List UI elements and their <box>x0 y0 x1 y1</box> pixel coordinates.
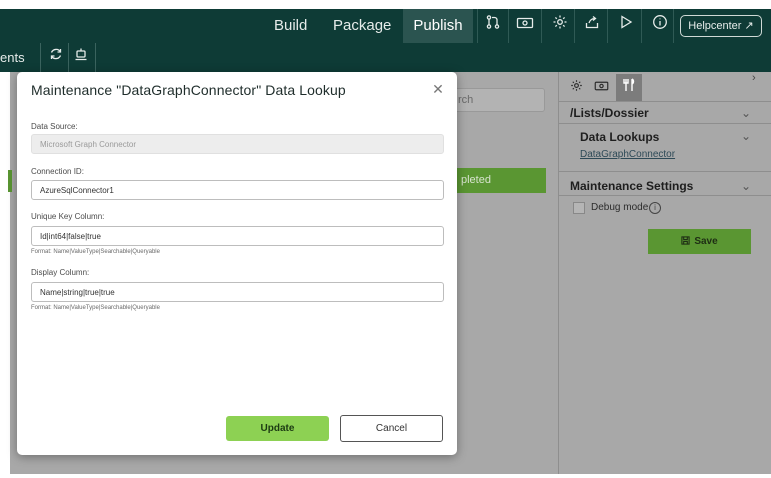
unique-key-hint: Format: Name|ValueType|Searchable|Querya… <box>31 249 160 255</box>
toolbar-tab-label[interactable]: ents <box>0 43 25 72</box>
nav-publish[interactable]: Publish <box>403 9 473 43</box>
chevron-down-icon[interactable]: ⌄ <box>741 129 751 143</box>
panel-divider <box>558 171 771 172</box>
nav-build[interactable]: Build <box>274 9 307 43</box>
cash-tab-icon[interactable] <box>588 76 614 100</box>
robot-icon[interactable] <box>71 46 91 68</box>
refresh-icon[interactable] <box>46 46 66 68</box>
update-button[interactable]: Update <box>226 416 329 441</box>
info-icon[interactable]: i <box>649 202 661 214</box>
right-panel-tabs <box>558 72 771 102</box>
header-divider <box>574 9 575 43</box>
header-divider <box>477 9 478 43</box>
cancel-button[interactable]: Cancel <box>340 415 443 442</box>
save-button-label: Save <box>694 236 718 247</box>
display-column-hint: Format: Name|ValueType|Searchable|Querya… <box>31 305 160 311</box>
save-disk-icon <box>681 236 690 245</box>
share-icon[interactable] <box>579 14 605 38</box>
settings-tab-gear-icon[interactable] <box>563 76 589 100</box>
toolbar-divider <box>68 43 69 72</box>
search-input[interactable]: rch <box>447 88 545 112</box>
debug-mode-checkbox[interactable] <box>573 202 585 214</box>
maintenance-settings-heading: Maintenance Settings <box>570 179 694 193</box>
utensils-tab-icon[interactable] <box>616 74 642 102</box>
data-source-label: Data Source: <box>31 122 78 131</box>
header-divider <box>541 9 542 43</box>
top-header: Build Package Publish Helpcenter ↗ <box>0 9 771 43</box>
dialog-title: Maintenance "DataGraphConnector" Data Lo… <box>31 82 346 98</box>
panel-divider <box>558 101 771 102</box>
unique-key-label: Unique Key Column: <box>31 212 105 221</box>
panel-collapse-chevron-icon[interactable]: › <box>752 72 756 84</box>
panel-divider <box>558 195 771 196</box>
panel-path-heading: /Lists/Dossier <box>570 106 649 120</box>
header-divider <box>508 9 509 43</box>
helpcenter-button[interactable]: Helpcenter ↗ <box>680 15 762 37</box>
header-divider <box>607 9 608 43</box>
display-column-label: Display Column: <box>31 268 90 277</box>
unique-key-field[interactable] <box>31 226 444 246</box>
connection-id-field[interactable] <box>31 180 444 200</box>
save-button[interactable]: Save <box>648 229 751 254</box>
gear-icon[interactable] <box>547 14 573 38</box>
app-window: Build Package Publish Helpcenter ↗ ents … <box>0 0 771 478</box>
header-divider <box>641 9 642 43</box>
data-lookup-dialog: Maintenance "DataGraphConnector" Data Lo… <box>17 72 457 455</box>
chevron-down-icon[interactable]: ⌄ <box>741 179 751 193</box>
header-divider <box>673 9 674 43</box>
display-column-field[interactable] <box>31 282 444 302</box>
panel-divider <box>558 123 771 124</box>
cash-icon[interactable] <box>512 14 538 38</box>
info-icon[interactable] <box>647 14 673 38</box>
play-icon[interactable] <box>613 14 639 38</box>
secondary-toolbar: ents <box>0 43 771 72</box>
data-lookup-link[interactable]: DataGraphConnector <box>580 149 675 160</box>
git-branch-icon[interactable] <box>480 14 506 38</box>
toolbar-divider <box>40 43 41 72</box>
data-source-field <box>31 134 444 154</box>
status-banner: pleted <box>447 168 546 193</box>
connection-id-label: Connection ID: <box>31 167 84 176</box>
status-strip <box>8 170 12 192</box>
toolbar-divider <box>95 43 96 72</box>
nav-package[interactable]: Package <box>333 9 391 43</box>
data-lookups-heading: Data Lookups <box>580 130 660 144</box>
chevron-down-icon[interactable]: ⌄ <box>741 106 751 120</box>
close-icon[interactable]: ✕ <box>431 82 445 96</box>
debug-mode-label: Debug mode <box>591 202 649 213</box>
